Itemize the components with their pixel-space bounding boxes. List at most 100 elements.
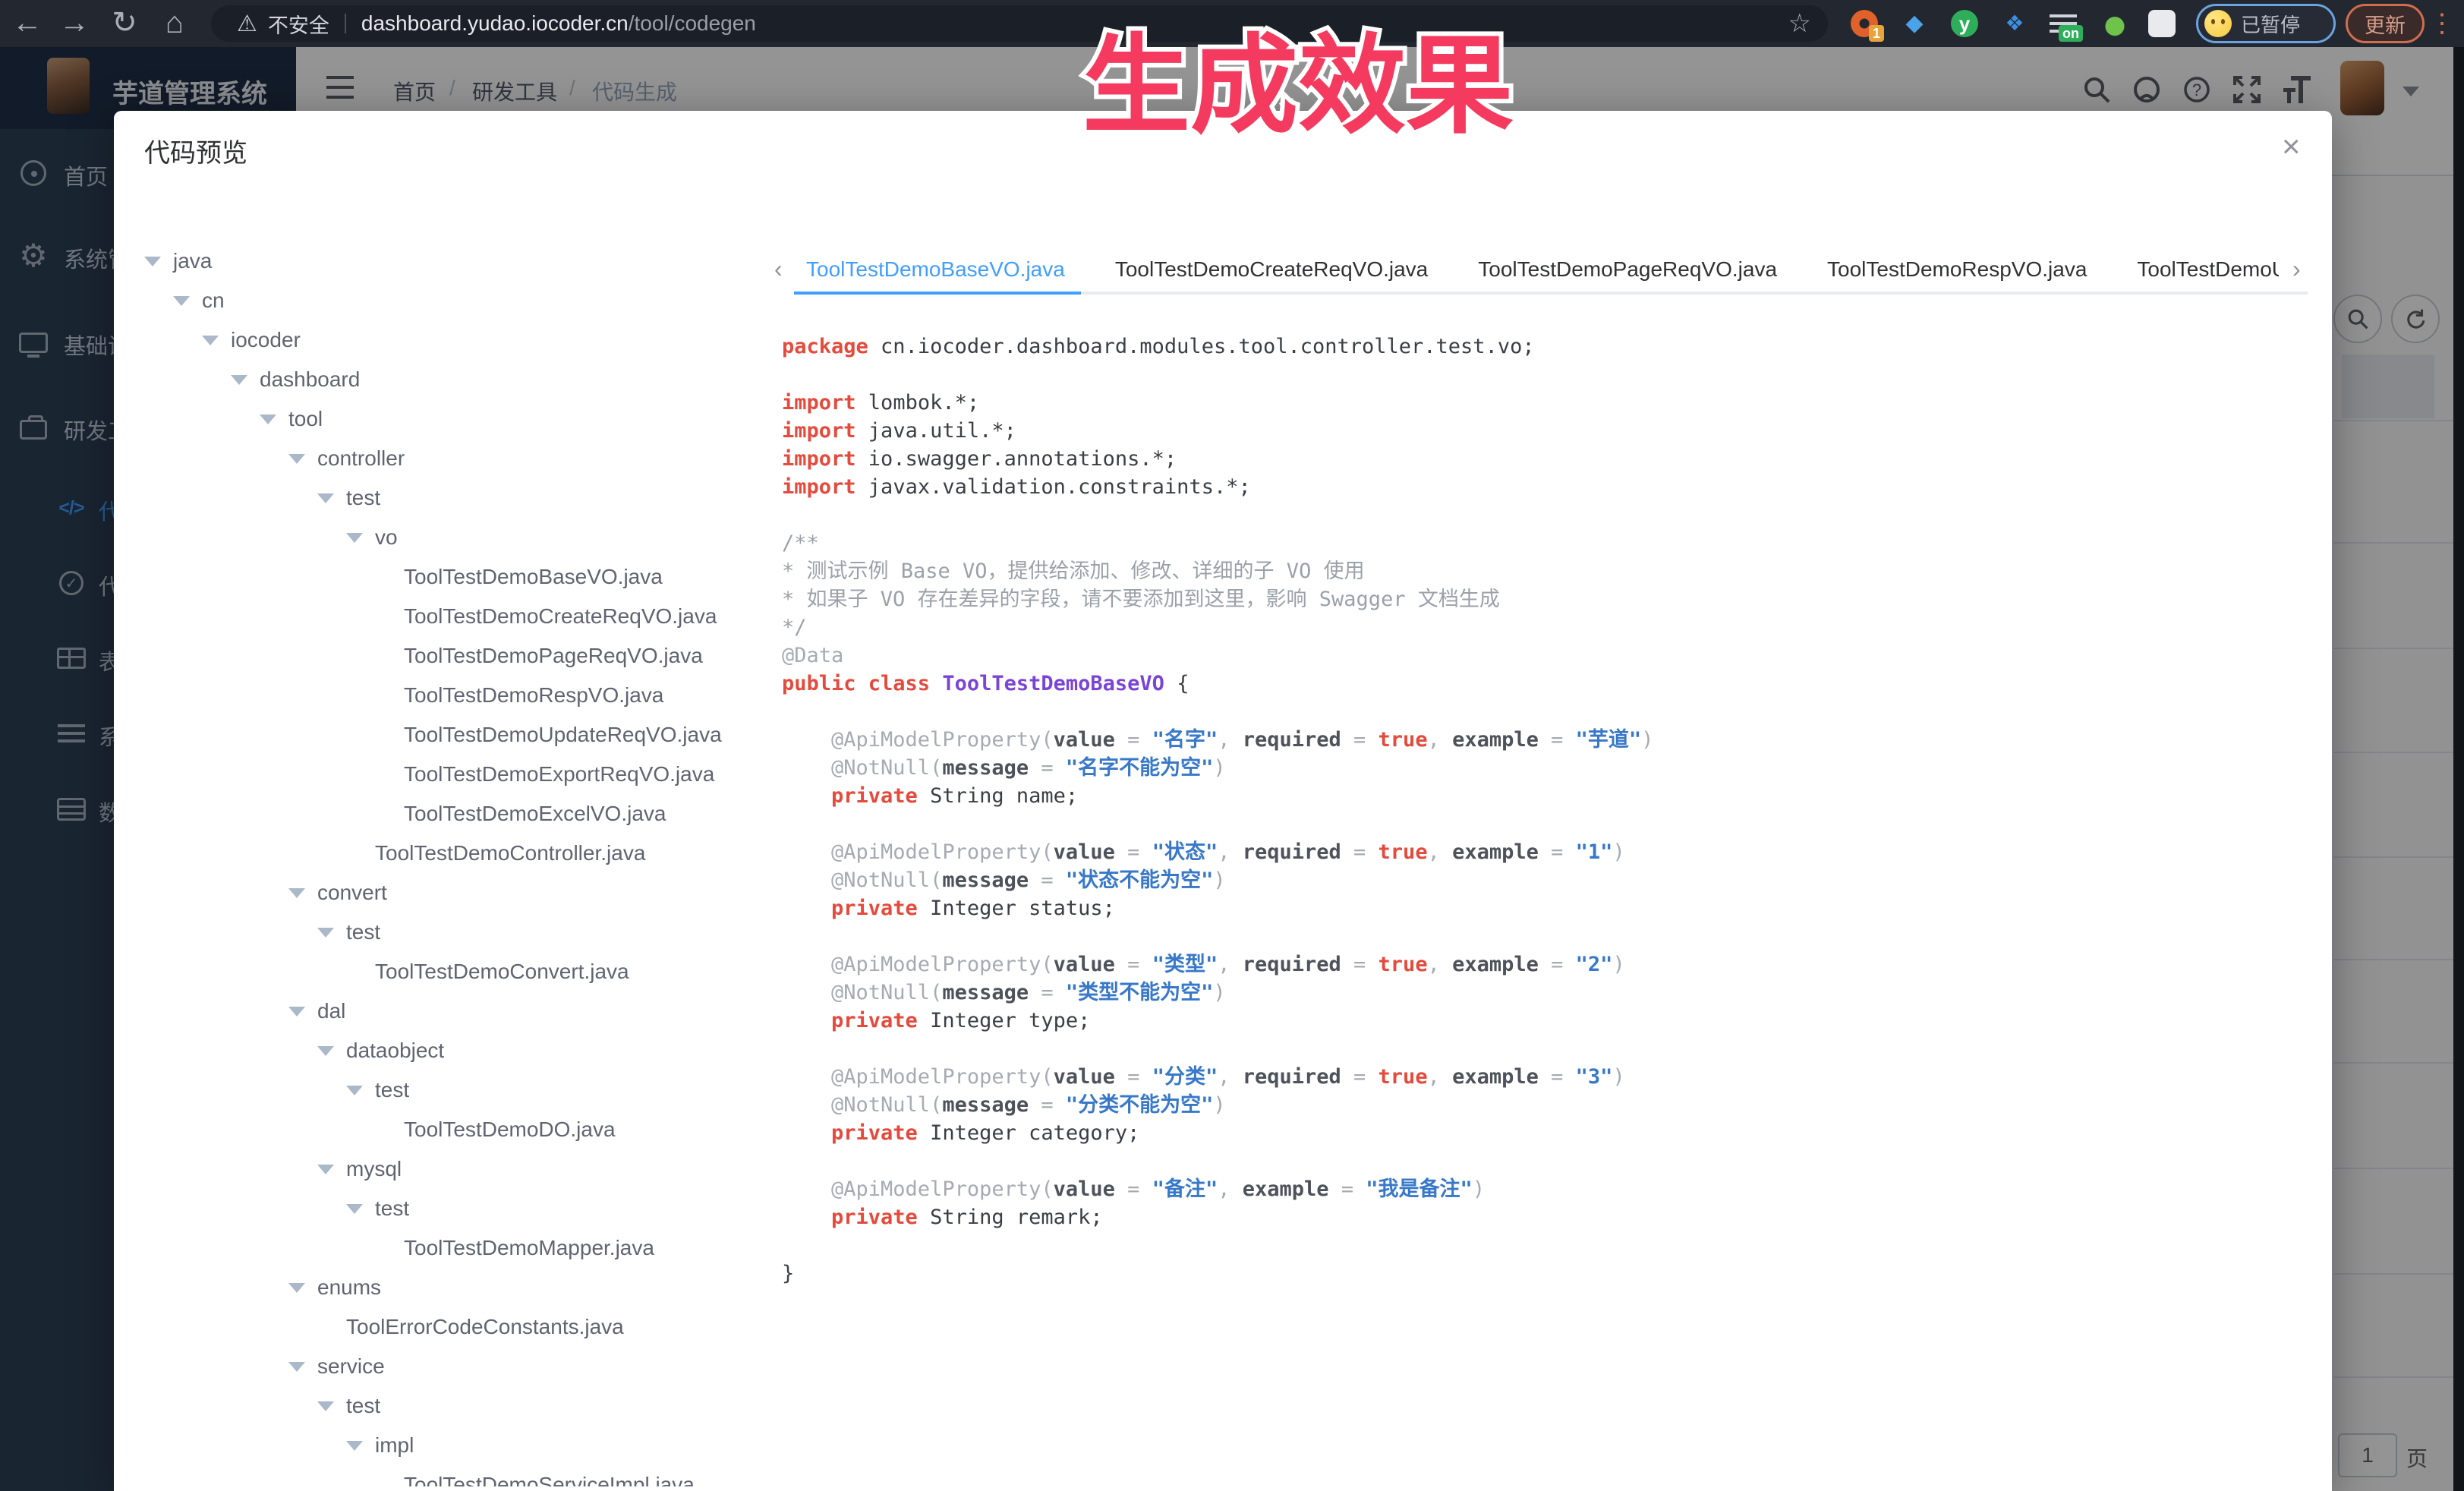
code-line: */ — [782, 613, 2308, 641]
tree-expand-caret-icon[interactable] — [346, 1441, 375, 1451]
tree-folder-item[interactable]: convert — [144, 873, 789, 913]
tree-item-label: ToolTestDemoCreateReqVO.java — [404, 604, 717, 629]
tree-file-item[interactable]: ToolTestDemoServiceImpl.java — [144, 1465, 789, 1486]
tree-folder-item[interactable]: impl — [144, 1426, 789, 1465]
code-line — [782, 1231, 2308, 1259]
tree-folder-item[interactable]: iocoder — [144, 320, 789, 360]
tree-expand-caret-icon[interactable] — [202, 336, 231, 345]
file-tab-4[interactable]: ToolTestDemoRespVO.java — [1827, 249, 2087, 290]
tree-expand-caret-icon[interactable] — [288, 888, 317, 898]
tree-file-item[interactable]: ToolTestDemoCreateReqVO.java — [144, 597, 789, 636]
tree-expand-caret-icon[interactable] — [317, 928, 346, 938]
tree-file-item[interactable]: ToolTestDemoExcelVO.java — [144, 794, 789, 834]
tree-expand-caret-icon[interactable] — [288, 1362, 317, 1372]
tree-file-item[interactable]: ToolTestDemoUpdateReqVO.java — [144, 715, 789, 755]
tabs-next-arrow-icon[interactable]: › — [2292, 255, 2301, 283]
browser-reload-icon[interactable]: ↻ — [103, 0, 146, 47]
extension-green-icon[interactable]: y — [1951, 10, 1978, 37]
extension-gem-icon[interactable]: ◆ — [1901, 10, 1928, 37]
tree-expand-caret-icon[interactable] — [317, 1401, 346, 1411]
tree-file-item[interactable]: ToolTestDemoBaseVO.java — [144, 557, 789, 597]
tree-expand-caret-icon[interactable] — [346, 1086, 375, 1095]
file-tab-5[interactable]: ToolTestDemoUpdateReqVO.java — [2137, 249, 2279, 290]
tree-expand-caret-icon[interactable] — [317, 1046, 346, 1056]
tree-item-label: ToolTestDemoController.java — [375, 841, 645, 865]
tree-expand-caret-icon[interactable] — [231, 375, 260, 385]
tree-folder-item[interactable]: dal — [144, 991, 789, 1031]
tree-expand-caret-icon[interactable] — [317, 493, 346, 503]
tree-expand-caret-icon[interactable] — [346, 1204, 375, 1214]
tree-item-label: test — [346, 486, 380, 510]
tree-item-label: enums — [317, 1275, 381, 1300]
tree-item-label: dal — [317, 999, 345, 1023]
tree-folder-item[interactable]: dashboard — [144, 360, 789, 399]
tree-item-label: iocoder — [231, 328, 301, 352]
tree-file-item[interactable]: ToolTestDemoExportReqVO.java — [144, 755, 789, 794]
profile-paused-chip[interactable]: 已暂停 — [2196, 4, 2336, 43]
tree-item-label: ToolTestDemoDO.java — [404, 1117, 616, 1142]
address-bar[interactable]: ⚠ 不安全 dashboard.yudao.iocoder.cn /tool/c… — [211, 5, 1828, 42]
tree-file-item[interactable]: ToolTestDemoConvert.java — [144, 952, 789, 991]
tree-folder-item[interactable]: controller — [144, 439, 789, 478]
code-line: } — [782, 1259, 2308, 1288]
tree-folder-item[interactable]: test — [144, 478, 789, 518]
tree-item-label: test — [375, 1196, 409, 1221]
code-line: * 测试示例 Base VO，提供给添加、修改、详细的子 VO 使用 — [782, 557, 2308, 585]
extension-icon[interactable]: 1 — [1851, 10, 1878, 37]
code-line: @ApiModelProperty(value = "分类", required… — [782, 1063, 2308, 1091]
tree-item-label: ToolTestDemoUpdateReqVO.java — [404, 723, 722, 747]
tree-expand-caret-icon[interactable] — [346, 533, 375, 543]
browser-forward-icon[interactable]: → — [53, 0, 96, 47]
tabs-prev-arrow-icon[interactable]: ‹ — [774, 255, 783, 283]
code-line — [782, 501, 2308, 529]
tree-item-label: ToolTestDemoRespVO.java — [404, 683, 663, 708]
tree-folder-item[interactable]: test — [144, 1070, 789, 1110]
dialog-close-icon[interactable]: × — [2282, 131, 2301, 162]
tree-item-label: ToolTestDemoExportReqVO.java — [404, 762, 714, 786]
tree-folder-item[interactable]: tool — [144, 399, 789, 439]
extension-plant-icon[interactable] — [2101, 10, 2128, 37]
file-tab-2[interactable]: ToolTestDemoCreateReqVO.java — [1115, 249, 1428, 290]
tree-file-item[interactable]: ToolTestDemoMapper.java — [144, 1228, 789, 1268]
browser-update-button[interactable]: 更新 — [2346, 4, 2425, 43]
bookmark-star-icon[interactable]: ☆ — [1788, 5, 1811, 42]
tree-expand-caret-icon[interactable] — [144, 257, 173, 266]
tree-item-label: ToolTestDemoConvert.java — [375, 960, 629, 984]
tree-file-item[interactable]: ToolTestDemoRespVO.java — [144, 676, 789, 715]
browser-menu-icon[interactable]: ⋮ — [2429, 6, 2455, 41]
tree-folder-item[interactable]: test — [144, 913, 789, 952]
tree-expand-caret-icon[interactable] — [288, 1283, 317, 1293]
tree-folder-item[interactable]: vo — [144, 518, 789, 557]
tree-folder-item[interactable]: cn — [144, 281, 789, 320]
tree-expand-caret-icon[interactable] — [288, 454, 317, 464]
not-secure-warning-icon[interactable]: ⚠ — [237, 11, 257, 37]
tree-expand-caret-icon[interactable] — [317, 1165, 346, 1174]
browser-home-icon[interactable]: ⌂ — [153, 0, 196, 47]
tree-file-item[interactable]: ToolTestDemoPageReqVO.java — [144, 636, 789, 676]
code-line: /** — [782, 529, 2308, 557]
tree-file-item[interactable]: ToolErrorCodeConstants.java — [144, 1307, 789, 1347]
tree-item-label: test — [375, 1078, 409, 1102]
tree-folder-item[interactable]: test — [144, 1386, 789, 1426]
file-tab-3[interactable]: ToolTestDemoPageReqVO.java — [1478, 249, 1777, 290]
extension-list-icon[interactable]: on — [2050, 10, 2077, 37]
tree-folder-item[interactable]: java — [144, 241, 789, 281]
tree-expand-caret-icon[interactable] — [173, 296, 202, 306]
browser-scrollbar[interactable] — [2453, 47, 2464, 1491]
code-line: private Integer category; — [782, 1119, 2308, 1147]
file-tab-1[interactable]: ToolTestDemoBaseVO.java — [806, 249, 1065, 290]
extension-count-badge: 1 — [1869, 25, 1884, 42]
extensions-puzzle-icon[interactable] — [2148, 10, 2176, 37]
tree-file-item[interactable]: ToolTestDemoController.java — [144, 834, 789, 873]
tree-folder-item[interactable]: service — [144, 1347, 789, 1386]
browser-back-icon[interactable]: ← — [6, 0, 49, 47]
code-line: import io.swagger.annotations.*; — [782, 445, 2308, 473]
extension-diamond-icon[interactable]: ❖ — [2001, 10, 2028, 37]
tree-folder-item[interactable]: enums — [144, 1268, 789, 1307]
tree-file-item[interactable]: ToolTestDemoDO.java — [144, 1110, 789, 1149]
tree-folder-item[interactable]: dataobject — [144, 1031, 789, 1070]
tree-folder-item[interactable]: test — [144, 1189, 789, 1228]
tree-folder-item[interactable]: mysql — [144, 1149, 789, 1189]
tree-expand-caret-icon[interactable] — [288, 1007, 317, 1017]
tree-expand-caret-icon[interactable] — [260, 415, 288, 424]
